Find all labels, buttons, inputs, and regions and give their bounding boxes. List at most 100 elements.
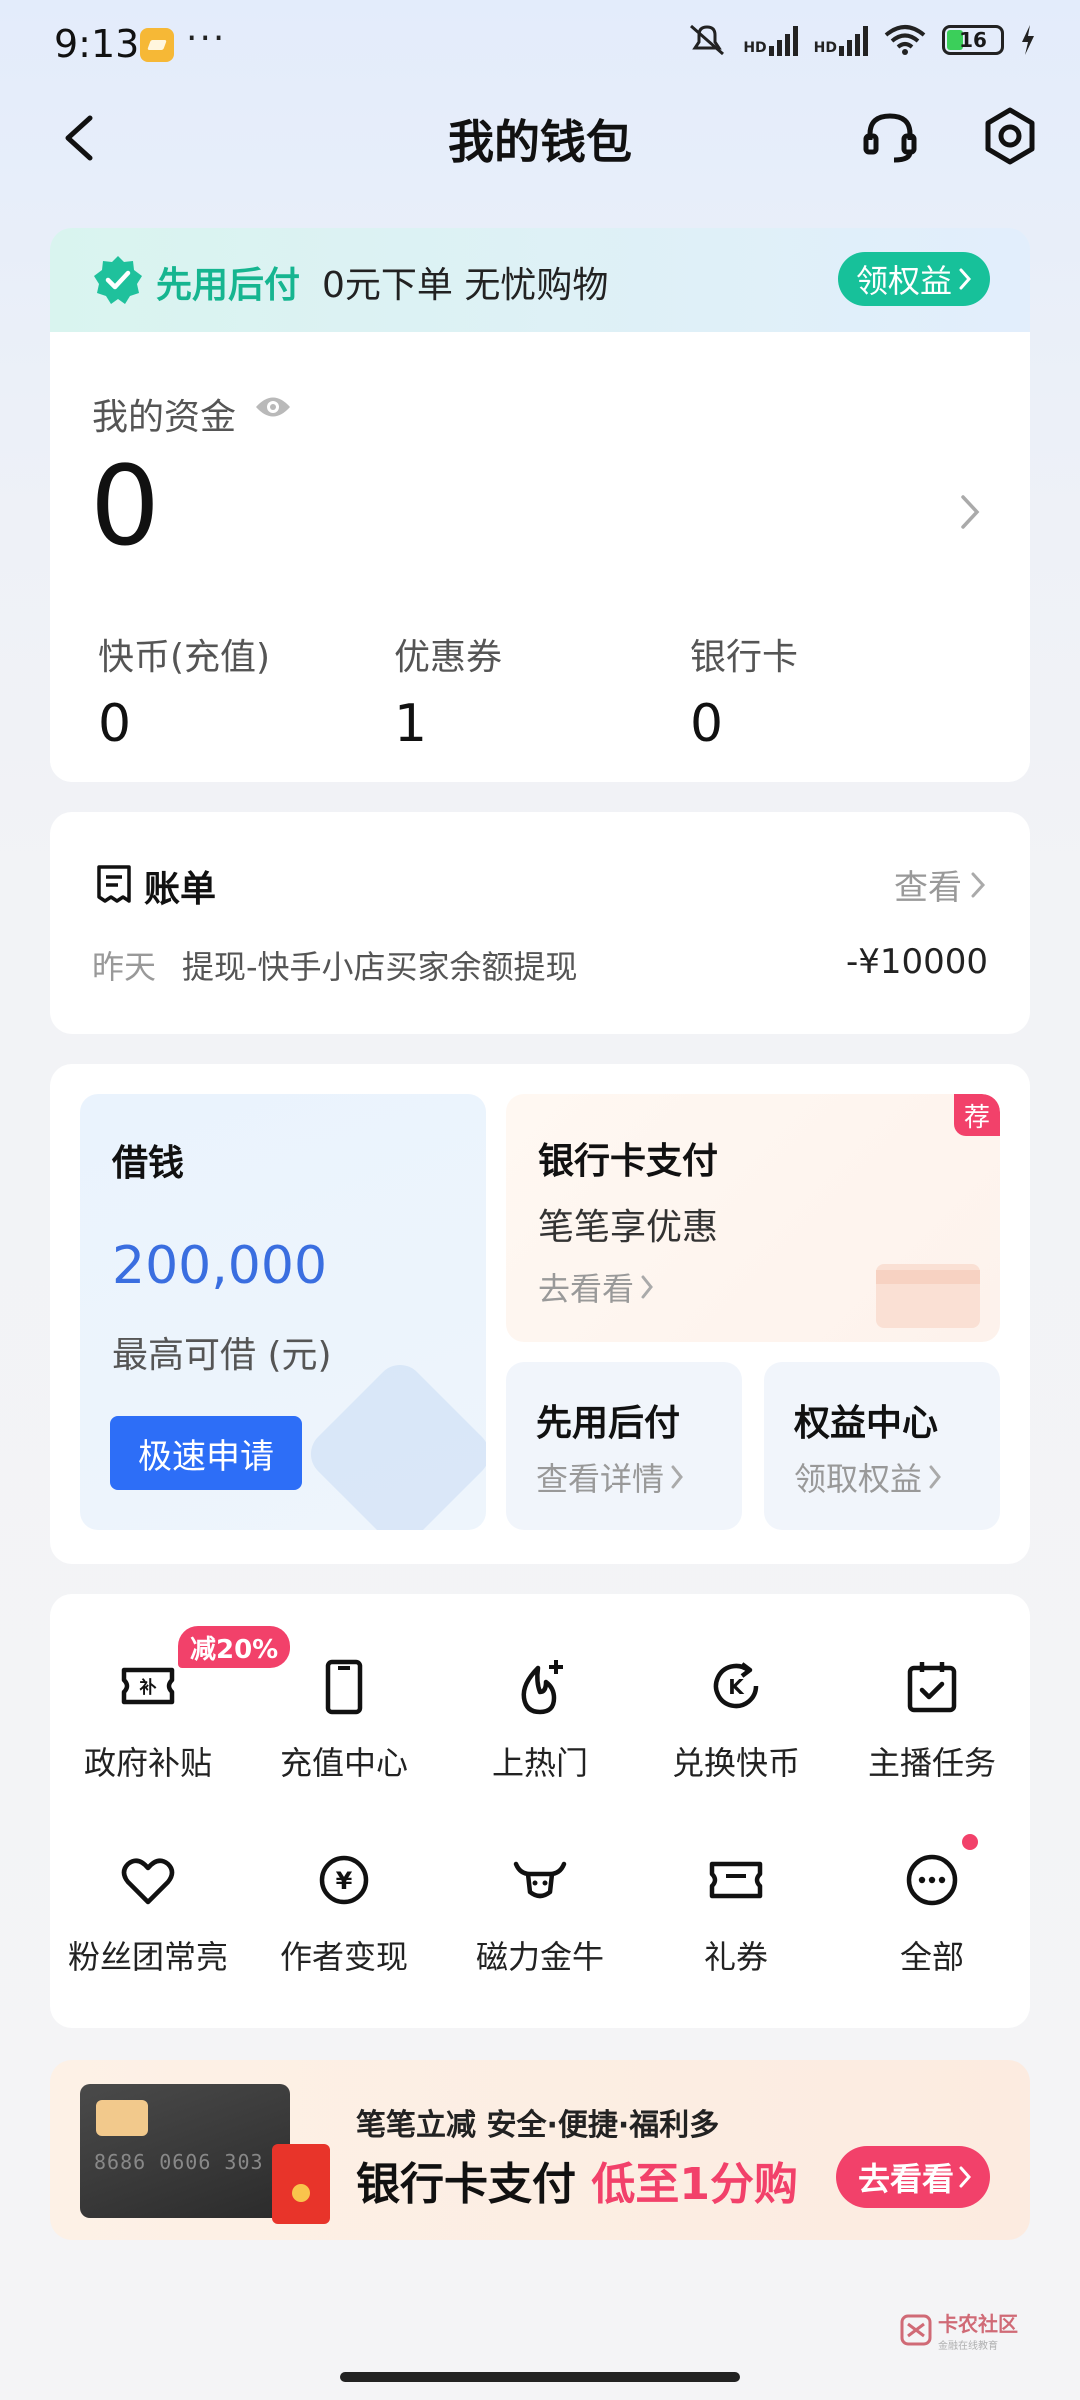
promo-headline-main: 银行卡支付	[356, 2159, 576, 2210]
discount-badge: 减20%	[178, 1626, 291, 1668]
mute-icon	[690, 24, 725, 56]
loan-amount: 200,000	[112, 1236, 328, 1296]
service-fan-club[interactable]: 粉丝团常亮	[50, 1830, 246, 2000]
my-funds-card[interactable]: 我的资金 0 快币(充值) 0 优惠券 1 银行卡 0	[50, 332, 1030, 782]
service-trending[interactable]: 上热门	[442, 1636, 638, 1806]
flame-plus-icon	[521, 1660, 563, 1715]
bull-icon	[513, 1861, 567, 1899]
stat-value: 0	[98, 694, 132, 754]
loan-decoration	[301, 1355, 486, 1530]
chevron-right-icon	[959, 268, 972, 290]
view-bill-link[interactable]: 查看	[894, 860, 986, 909]
funds-section: 先用后付 0元下单 无忧购物 领权益 我的资金 0 快币(充值) 0 优惠券 1…	[50, 228, 1030, 782]
watermark-tagline: 金融在线教育	[938, 2341, 998, 2352]
benefits-tile-link: 领取权益	[794, 1454, 942, 1500]
service-magnetic-bull[interactable]: 磁力金牛	[442, 1830, 638, 2000]
promo-tagline: 笔笔立减 安全·便捷·福利多	[356, 2108, 720, 2143]
hd-label: HD	[813, 40, 837, 56]
service-all[interactable]: 全部	[834, 1830, 1030, 2000]
heart-icon	[121, 1858, 175, 1905]
service-label: 礼券	[703, 1938, 768, 1976]
service-gift-coupons[interactable]: 礼券	[638, 1830, 834, 2000]
chevron-right-icon	[671, 1465, 683, 1489]
stat-bank-cards[interactable]: 银行卡 0	[690, 628, 798, 754]
benefits-tile-link-label: 领取权益	[794, 1460, 923, 1498]
service-label: 兑换快币	[671, 1744, 800, 1782]
service-label: 主播任务	[867, 1744, 996, 1782]
service-label: 粉丝团常亮	[67, 1938, 228, 1976]
bill-document-icon	[97, 865, 131, 903]
bill-card[interactable]: 账单 查看 昨天 提现-快手小店买家余额提现 -¥10000	[50, 812, 1030, 1034]
svg-text:¥: ¥	[336, 1867, 353, 1895]
battery-icon: 16	[942, 25, 1004, 55]
coin-exchange-icon: K	[713, 1662, 759, 1709]
service-label: 磁力金牛	[475, 1938, 604, 1976]
pay-later-banner[interactable]: 先用后付 0元下单 无忧购物 领权益	[50, 228, 1030, 332]
home-indicator[interactable]	[340, 2372, 740, 2382]
quick-apply-button[interactable]: 极速申请	[110, 1416, 302, 1490]
notification-dot	[962, 1834, 978, 1850]
benefits-tile-title: 权益中心	[794, 1403, 939, 1444]
benefits-center-tile[interactable]: 权益中心 领取权益	[764, 1362, 1000, 1530]
promo-headline: 银行卡支付 低至1分购	[356, 2148, 798, 2212]
card-number: 8686 0606 303	[94, 2150, 264, 2174]
customer-service-icon[interactable]	[860, 108, 920, 168]
more-notifications-icon: ···	[186, 18, 227, 59]
promo-go-button[interactable]: 去看看	[835, 2146, 990, 2208]
stat-kuaibi[interactable]: 快币(充值) 0	[98, 628, 270, 754]
hd-label: HD	[743, 40, 767, 56]
battery-level: 16	[959, 28, 987, 52]
more-dots-icon	[906, 1854, 958, 1906]
service-exchange-coins[interactable]: K 兑换快币	[638, 1636, 834, 1806]
bill-description: 提现-快手小店买家余额提现	[182, 948, 578, 986]
calendar-check-icon	[907, 1662, 957, 1713]
card-chip-icon	[96, 2100, 148, 2136]
app-notification-icon	[140, 28, 174, 62]
stat-label: 银行卡	[690, 637, 799, 678]
service-streamer-tasks[interactable]: 主播任务	[834, 1636, 1030, 1806]
promo-go-label: 去看看	[857, 2160, 954, 2198]
pay-later-description: 0元下单 无忧购物	[322, 265, 609, 306]
stat-value: 0	[690, 694, 724, 754]
bank-card-illustration: 8686 0606 303	[80, 2084, 290, 2218]
chevron-right-icon	[641, 1275, 653, 1299]
coupon-icon	[709, 1861, 763, 1899]
stat-coupons[interactable]: 优惠券 1	[394, 628, 502, 754]
pay-later-tile-link-label: 查看详情	[536, 1460, 665, 1498]
claim-benefits-button[interactable]: 领权益	[837, 252, 990, 306]
funds-amount: 0	[90, 442, 160, 570]
loan-tile[interactable]: 借钱 200,000 最高可借 (元) 极速申请	[80, 1094, 486, 1530]
wifi-icon	[884, 25, 926, 55]
chevron-right-icon	[959, 2166, 972, 2188]
pay-later-tile[interactable]: 先用后付 查看详情	[506, 1362, 742, 1530]
promo-headline-highlight: 低至1分购	[591, 2159, 798, 2210]
service-label: 作者变现	[279, 1938, 408, 1976]
service-creator-monetize[interactable]: ¥ 作者变现	[246, 1830, 442, 2000]
bank-card-pay-tile[interactable]: 银行卡支付 笔笔享优惠 去看看 荐	[506, 1094, 1000, 1342]
bank-pay-subtitle: 笔笔享优惠	[538, 1207, 719, 1248]
service-label: 上热门	[491, 1744, 588, 1782]
charging-icon	[1022, 25, 1034, 55]
pay-later-tile-title: 先用后付	[536, 1403, 681, 1444]
bank-card-promo-banner[interactable]: 8686 0606 303 笔笔立减 安全·便捷·福利多 银行卡支付 低至1分购…	[50, 2060, 1030, 2240]
chevron-right-icon[interactable]	[958, 492, 982, 532]
eye-toggle-icon[interactable]	[254, 394, 292, 420]
status-icons: HD HD 16	[687, 22, 1036, 58]
service-label: 充值中心	[279, 1744, 408, 1782]
signal-2-icon: HD	[814, 24, 868, 56]
funds-label: 我的资金	[92, 397, 237, 438]
settings-gear-icon[interactable]	[978, 104, 1042, 168]
stat-label: 快币(充值)	[98, 637, 271, 678]
chevron-right-icon	[929, 1465, 941, 1489]
svg-text:K: K	[728, 1675, 745, 1699]
bank-pay-link[interactable]: 去看看	[538, 1264, 654, 1310]
status-time: 9:13	[54, 22, 140, 66]
phone-icon	[325, 1659, 363, 1715]
loan-subtitle: 最高可借 (元)	[112, 1335, 332, 1376]
recommend-badge: 荐	[954, 1094, 1000, 1136]
view-bill-label: 查看	[894, 868, 962, 908]
chevron-right-icon	[971, 872, 986, 897]
svg-text:补: 补	[139, 1677, 157, 1698]
bank-pay-title: 银行卡支付	[538, 1141, 719, 1182]
bill-title: 账单	[144, 869, 217, 910]
